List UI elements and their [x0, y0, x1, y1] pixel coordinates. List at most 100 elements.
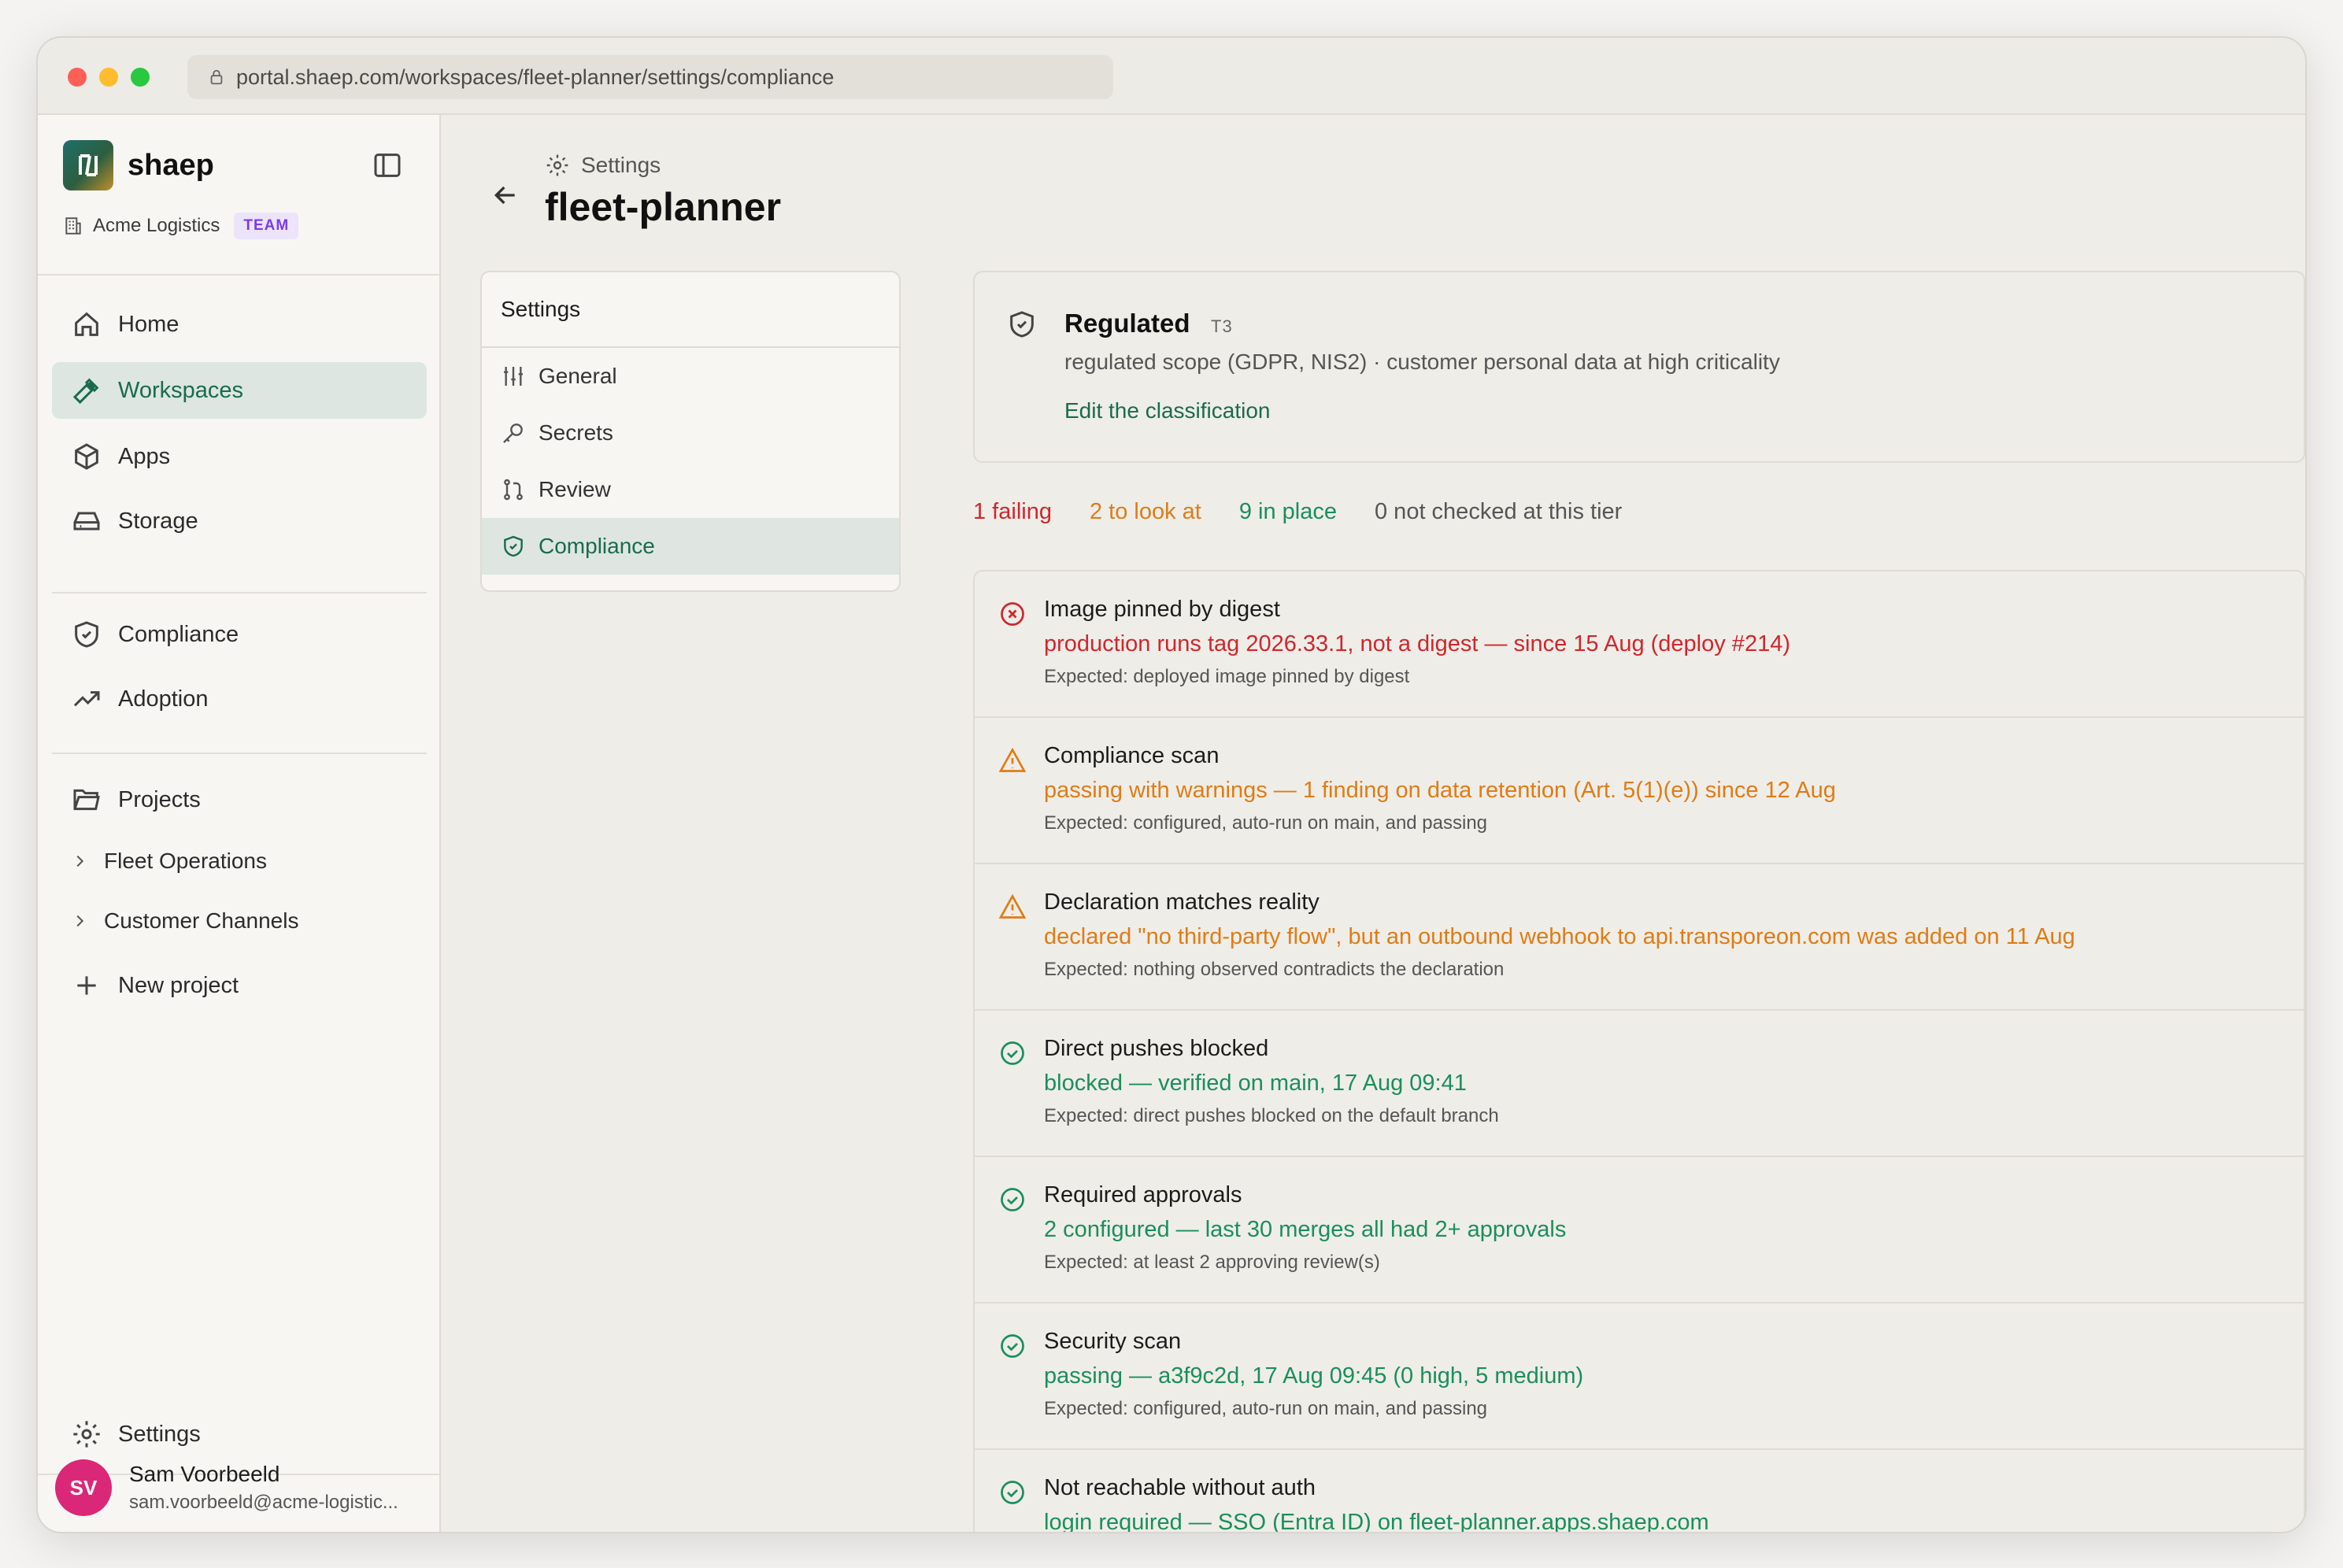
user-email: sam.voorbeeld@acme-logistic... [129, 1492, 398, 1513]
check-title: Direct pushes blocked [1044, 1036, 1269, 1061]
sidebar-item-label: Projects [118, 786, 201, 812]
back-arrow-icon[interactable] [490, 179, 521, 211]
brand[interactable]: shaep [63, 140, 214, 190]
sidebar-item-projects[interactable]: Projects [52, 771, 427, 828]
check-detail: 2 configured — last 30 merges all had 2+… [1044, 1217, 1567, 1242]
sidebar-item-workspaces[interactable]: Workspaces [52, 362, 427, 419]
key-icon [503, 423, 523, 443]
folder-open-icon [73, 789, 100, 811]
sidebar-item-label: Workspaces [118, 377, 244, 403]
sidebar-item-home[interactable]: Home [52, 296, 427, 353]
user-menu[interactable]: SV Sam Voorbeeld sam.voorbeeld@acme-logi… [55, 1459, 398, 1516]
check-expected: Expected: nothing observed contradicts t… [1044, 959, 1505, 980]
shield-check-icon [75, 621, 98, 648]
breadcrumb[interactable]: Settings [545, 153, 661, 178]
passing-count[interactable]: 9 in place [1239, 499, 1337, 525]
project-item-customer-channels[interactable]: Customer Channels [71, 908, 298, 934]
gear-icon [73, 1421, 100, 1448]
home-icon [75, 312, 98, 336]
check-title: Not reachable without auth [1044, 1475, 1316, 1500]
brand-name: shaep [128, 148, 214, 182]
tier-badge: T3 [1211, 316, 1233, 336]
check-circle-icon [1001, 1041, 1024, 1065]
check-detail: passing with warnings — 1 finding on dat… [1044, 778, 1836, 803]
check-item[interactable]: Not reachable without auth login require… [975, 1450, 2304, 1533]
settings-tab-label: Compliance [539, 534, 655, 558]
check-item[interactable]: Direct pushes blocked blocked — verified… [975, 1011, 2304, 1157]
sidebar-item-storage[interactable]: Storage [52, 493, 427, 549]
chevron-right-icon [76, 855, 84, 867]
failing-count[interactable]: 1 failing [973, 499, 1052, 525]
check-item[interactable]: Required approvals 2 configured — last 3… [975, 1157, 2304, 1304]
sidebar-item-adoption[interactable]: Adoption [52, 671, 427, 727]
git-pull-icon [504, 479, 523, 501]
classification-card: Regulated T3 regulated scope (GDPR, NIS2… [973, 271, 2305, 463]
check-item[interactable]: Declaration matches reality declared "no… [975, 864, 2304, 1011]
check-expected: Expected: direct pushes blocked on the d… [1044, 1105, 1499, 1126]
check-expected: Expected: deployed image pinned by diges… [1044, 666, 1410, 687]
check-detail: production runs tag 2026.33.1, not a dig… [1044, 631, 1790, 656]
project-item-fleet-operations[interactable]: Fleet Operations [71, 849, 267, 874]
plan-badge: TEAM [234, 213, 299, 239]
check-circle-icon [1001, 1481, 1024, 1504]
check-detail: login required — SSO (Entra ID) on fleet… [1044, 1510, 1709, 1533]
warning-count[interactable]: 2 to look at [1090, 499, 1201, 525]
settings-tab-compliance[interactable]: Compliance [482, 518, 899, 575]
project-label: Fleet Operations [104, 849, 267, 873]
check-circle-icon [1001, 1334, 1024, 1358]
sidebar-item-compliance[interactable]: Compliance [52, 606, 427, 663]
hammer-icon [72, 378, 99, 405]
check-item[interactable]: Compliance scan passing with warnings — … [975, 718, 2304, 864]
settings-tab-secrets[interactable]: Secrets [482, 405, 899, 461]
sidebar-item-label: Adoption [118, 686, 209, 712]
warning-triangle-icon [998, 893, 1027, 919]
check-detail: blocked — verified on main, 17 Aug 09:41 [1044, 1071, 1467, 1096]
sidebar: shaep Acme Logistics TEAM Home Workspace… [38, 115, 441, 1532]
gear-icon [546, 154, 568, 176]
browser-titlebar: portal.shaep.com/workspaces/fleet-planne… [38, 38, 2305, 115]
sidebar-item-label: Compliance [118, 621, 239, 647]
check-title: Image pinned by digest [1044, 597, 1280, 622]
lock-icon [210, 69, 223, 85]
sliders-icon [504, 367, 523, 386]
page-title: fleet-planner [545, 185, 782, 229]
check-expected: Expected: at least 2 approving review(s) [1044, 1252, 1380, 1273]
classification-description: regulated scope (GDPR, NIS2) · customer … [1064, 349, 1780, 374]
divider [52, 753, 427, 754]
project-label: Customer Channels [104, 908, 299, 933]
user-name: Sam Voorbeeld [129, 1462, 280, 1486]
address-bar[interactable]: portal.shaep.com/workspaces/fleet-planne… [187, 55, 1113, 99]
maximize-window-button[interactable] [131, 68, 150, 87]
close-window-button[interactable] [68, 68, 87, 87]
settings-tab-label: Secrets [539, 420, 613, 445]
new-project-button[interactable]: New project [52, 957, 427, 1014]
divider [38, 274, 439, 276]
sidebar-collapse-icon[interactable] [372, 150, 403, 181]
sidebar-item-label: Storage [118, 508, 198, 534]
main-content: Settings fleet-planner Settings General … [441, 115, 2305, 1532]
settings-nav: Settings General Secrets Review Complian… [480, 271, 901, 592]
breadcrumb-label: Settings [581, 153, 661, 177]
settings-tab-general[interactable]: General [482, 348, 899, 405]
trend-up-icon [73, 691, 100, 707]
minimize-window-button[interactable] [99, 68, 118, 87]
sidebar-item-label: Settings [118, 1421, 201, 1447]
check-expected: Expected: configured, auto-run on main, … [1044, 1398, 1488, 1419]
check-circle-icon [1001, 1188, 1024, 1211]
check-item[interactable]: Security scan passing — a3f9c2d, 17 Aug … [975, 1304, 2304, 1450]
drive-icon [73, 512, 100, 531]
org-switcher[interactable]: Acme Logistics TEAM [63, 213, 299, 239]
shield-check-icon [1010, 311, 1034, 338]
settings-nav-title: Settings [482, 272, 899, 348]
avatar: SV [55, 1459, 112, 1516]
edit-classification-link[interactable]: Edit the classification [1064, 398, 1270, 423]
settings-tab-review[interactable]: Review [482, 461, 899, 518]
sidebar-item-label: Apps [118, 443, 171, 469]
sidebar-item-settings[interactable]: Settings [52, 1406, 427, 1463]
check-item[interactable]: Image pinned by digest production runs t… [975, 571, 2304, 718]
x-circle-icon [1001, 602, 1024, 626]
shield-check-icon [504, 535, 523, 557]
warning-triangle-icon [998, 747, 1027, 772]
sidebar-item-apps[interactable]: Apps [52, 428, 427, 485]
chevron-right-icon [76, 915, 84, 927]
